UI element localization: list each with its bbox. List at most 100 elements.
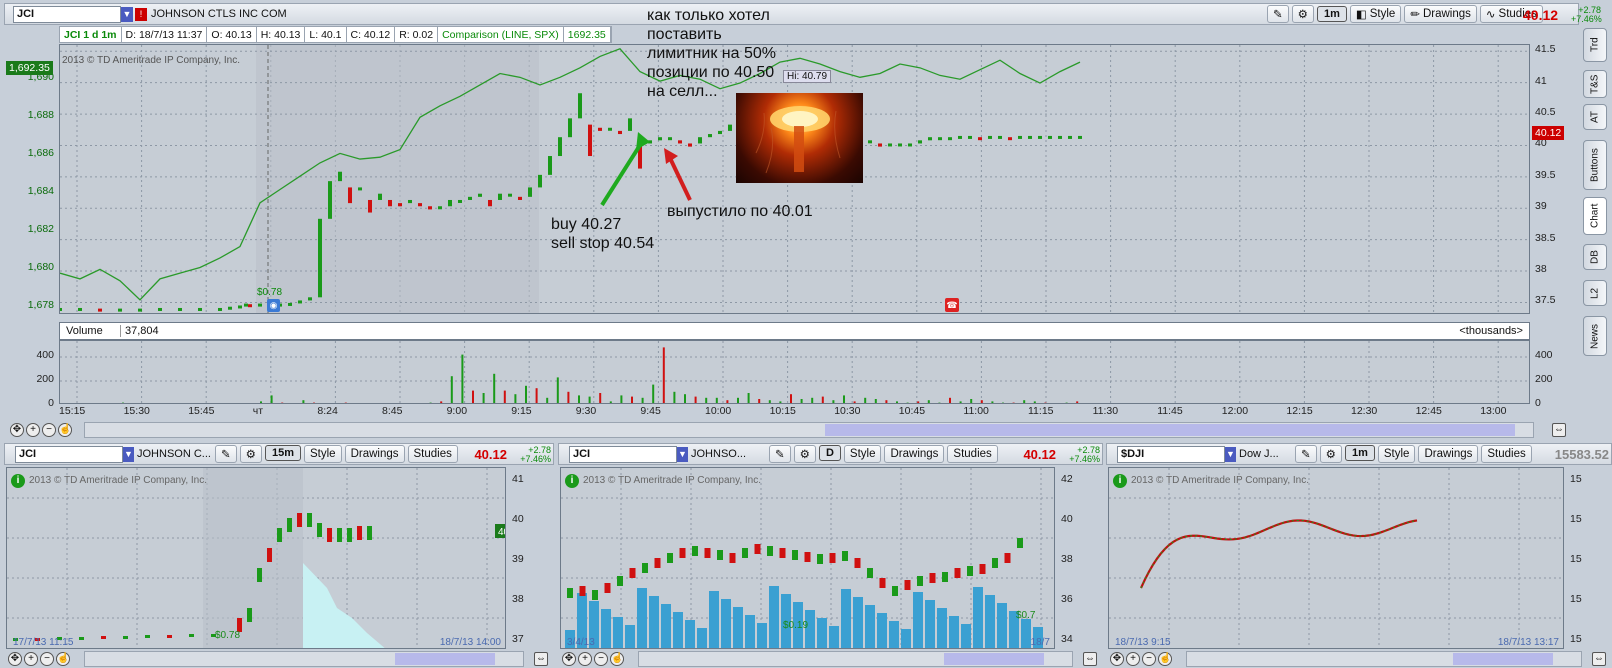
sub-style-button[interactable]: Style	[843, 445, 882, 463]
main-scroll-thumb[interactable]	[825, 424, 1515, 436]
sub-studies-button[interactable]: Studies	[407, 445, 458, 463]
sub-zoom-in-icon[interactable]: +	[578, 652, 592, 666]
sub-zoom-out-icon[interactable]: −	[594, 652, 608, 666]
sub-scroll-thumb[interactable]	[395, 653, 495, 665]
sub-tools-icon[interactable]: ✎	[1295, 445, 1317, 463]
sub-tools-icon[interactable]: ✎	[769, 445, 791, 463]
earnings-marker-icon[interactable]: ☎	[945, 298, 959, 312]
sub-drawings-button[interactable]: Drawings	[344, 445, 405, 463]
jci-candle	[1008, 137, 1012, 141]
sub-settings-icon[interactable]: ⚙	[1319, 445, 1342, 463]
sub-timeframe-button[interactable]: 1m	[1344, 445, 1375, 461]
price-axis: 37.5 38 38.5 39 39.5 40 40.5 41 41.5	[1531, 43, 1575, 314]
volume-bar	[599, 393, 602, 403]
sub-symbol-input[interactable]: $DJI	[1117, 446, 1225, 463]
sub-candle	[817, 554, 823, 564]
zoom-in-icon[interactable]: +	[26, 423, 40, 437]
sub-expand-icon[interactable]: ⇔	[1083, 652, 1097, 666]
sub-timeframe-button[interactable]: 15m	[264, 445, 301, 461]
sub-zoom-out-icon[interactable]: −	[1142, 652, 1156, 666]
dividend-marker-icon[interactable]: ◉	[267, 299, 280, 312]
dividend-label: $0.78	[257, 287, 283, 298]
pan-icon[interactable]: ✥	[10, 423, 24, 437]
time-tick-label: 12:30	[1351, 405, 1378, 417]
info-icon[interactable]: i	[565, 474, 579, 488]
sub-scrollbar[interactable]	[84, 651, 524, 667]
sub-hand-icon[interactable]: ☝	[610, 652, 624, 666]
price-tick-label: 39	[1535, 200, 1547, 213]
sub-expand-icon[interactable]: ⇔	[534, 652, 548, 666]
sub-studies-button[interactable]: Studies	[947, 445, 998, 463]
expand-icon[interactable]: ⇔	[1552, 423, 1566, 437]
spx-tick-label: 1,688	[27, 109, 54, 122]
time-tick-label: 12:15	[1286, 405, 1313, 417]
jci-candle	[228, 306, 232, 310]
sub-scroll-thumb[interactable]	[944, 653, 1044, 665]
timeframe-button[interactable]: 1m	[1316, 6, 1347, 22]
sub-candle	[804, 552, 811, 562]
sub-scrollbar[interactable]	[1186, 651, 1582, 667]
sub-hand-icon[interactable]: ☝	[56, 652, 70, 666]
sub-hand-icon[interactable]: ☝	[1158, 652, 1172, 666]
info-icon[interactable]: i	[1113, 474, 1127, 488]
sub-symbol-input[interactable]: JCI	[15, 446, 123, 463]
main-scrollbar[interactable]	[84, 422, 1534, 438]
sub-pan-icon[interactable]: ✥	[1110, 652, 1124, 666]
sub-dropdown-icon[interactable]: ▼	[1225, 447, 1236, 462]
sub-dropdown-icon[interactable]: ▼	[123, 447, 134, 462]
sub-plot[interactable]: $0.19 $0.7 i 2013 © TD Ameritrade IP Comp…	[560, 467, 1055, 649]
sub-candle	[337, 528, 342, 542]
zoom-out-icon[interactable]: −	[42, 423, 56, 437]
sub-zoom-in-icon[interactable]: +	[24, 652, 38, 666]
sub-event-label: $0.19	[783, 620, 808, 631]
settings-icon[interactable]: ⚙	[1291, 5, 1314, 23]
sub-settings-icon[interactable]: ⚙	[793, 445, 816, 463]
side-tab-news[interactable]: News	[1583, 316, 1607, 356]
sub-studies-button[interactable]: Studies	[1481, 445, 1532, 463]
side-tab-buttons[interactable]: Buttons	[1583, 140, 1607, 190]
sub-pan-icon[interactable]: ✥	[8, 652, 22, 666]
drawings-button[interactable]: ✏ Drawings	[1404, 5, 1477, 23]
sub-scrollbar[interactable]	[638, 651, 1073, 667]
sub-symbol-input[interactable]: JCI	[569, 446, 677, 463]
info-icon[interactable]: i	[11, 474, 25, 488]
sub-tick-label: 34	[1061, 633, 1073, 645]
sub-tick-label: 15	[1570, 593, 1582, 605]
spx-tick-label: 1,684	[27, 185, 54, 198]
side-tab-trd[interactable]: Trd	[1583, 28, 1607, 62]
price-badge: 40.12	[1532, 126, 1565, 140]
sub-pan-icon[interactable]: ✥	[562, 652, 576, 666]
side-tab-at[interactable]: AT	[1583, 104, 1607, 130]
side-tab-ts[interactable]: T&S	[1583, 70, 1607, 98]
sub-tools: ✎ ⚙ 15m Style Drawings Studies	[215, 445, 458, 463]
sub-plot[interactable]: i 2013 © TD Ameritrade IP Company, Inc. …	[1108, 467, 1564, 649]
sub-timeframe-button[interactable]: D	[818, 445, 841, 461]
style-button[interactable]: ◧ Style	[1349, 5, 1402, 23]
symbol-dropdown-icon[interactable]: ▼	[121, 7, 133, 22]
sub-tick-label: 40	[1061, 513, 1073, 525]
sub-chart-svg	[1109, 468, 1563, 648]
annotation-line-1: как только хотел	[647, 7, 770, 24]
sub-style-button[interactable]: Style	[303, 445, 342, 463]
side-tab-l2[interactable]: L2	[1583, 280, 1607, 306]
sub-settings-icon[interactable]: ⚙	[239, 445, 262, 463]
sub-style-button[interactable]: Style	[1377, 445, 1416, 463]
sub-zoom-out-icon[interactable]: −	[40, 652, 54, 666]
volume-bar	[567, 391, 570, 403]
sub-drawings-button[interactable]: Drawings	[884, 445, 945, 463]
sub-plot[interactable]: 40.12 $0.78 i 2013 © TD Ameritrade IP Com…	[6, 467, 506, 649]
sub-expand-icon[interactable]: ⇔	[1592, 652, 1606, 666]
sub-zoom-in-icon[interactable]: +	[1126, 652, 1140, 666]
symbol-input[interactable]: JCI	[13, 6, 121, 23]
sub-drawings-button[interactable]: Drawings	[1418, 445, 1479, 463]
sub-tools-icon[interactable]: ✎	[215, 445, 237, 463]
sub-dropdown-icon[interactable]: ▼	[677, 447, 688, 462]
side-tab-chart[interactable]: Chart	[1583, 197, 1607, 235]
sub-tick-label: 38	[1061, 553, 1073, 565]
tools-icon[interactable]: ✎	[1267, 5, 1289, 23]
hand-icon[interactable]: ☝	[58, 423, 72, 437]
side-tab-db[interactable]: DB	[1583, 244, 1607, 270]
sub-scroll-thumb[interactable]	[1453, 653, 1553, 665]
volume-plot[interactable]	[59, 340, 1530, 404]
sub-price-change: +2.78 +7.46%	[1069, 445, 1100, 464]
